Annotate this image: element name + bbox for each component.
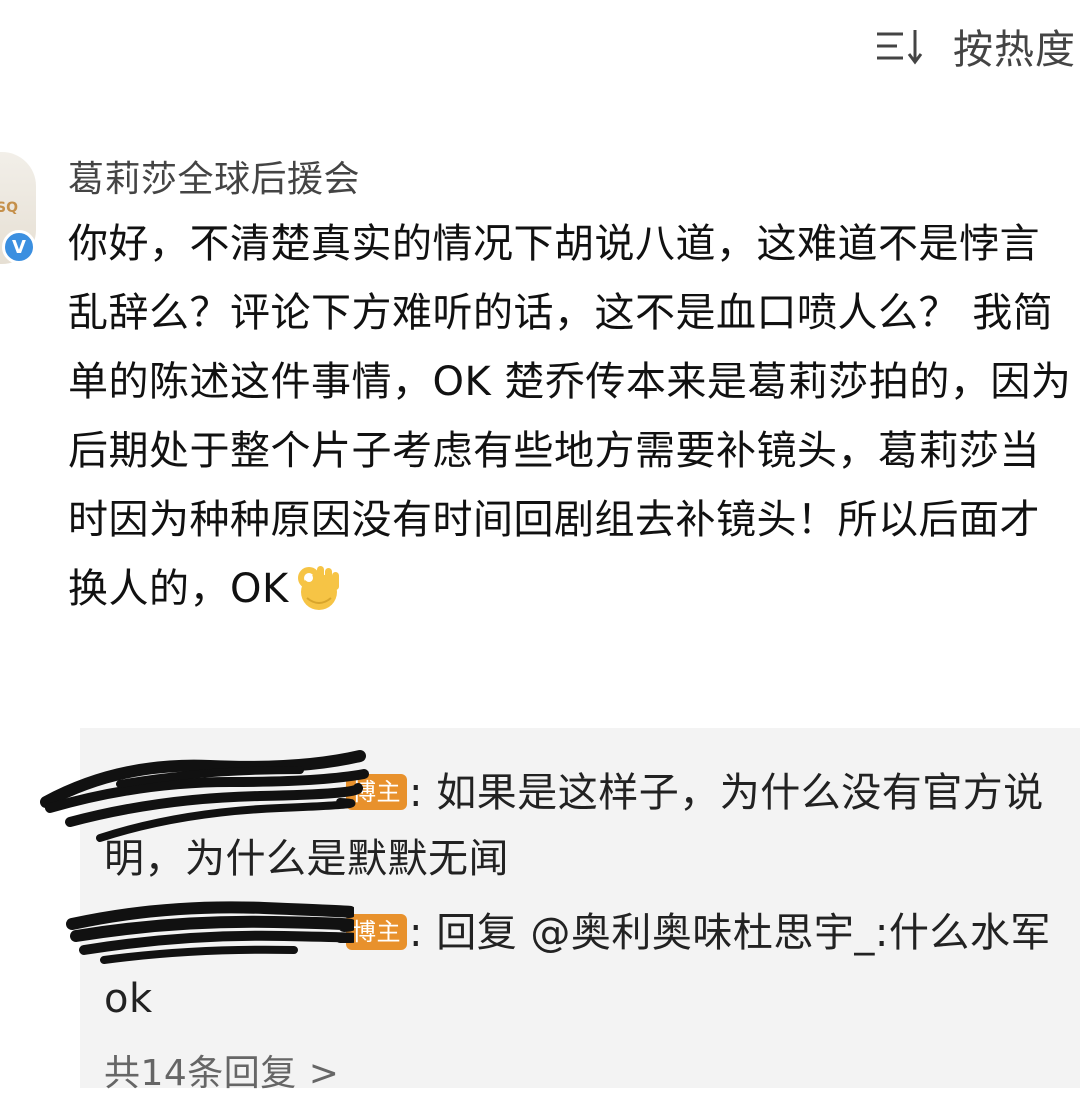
verified-badge-icon: V <box>2 230 36 264</box>
comment-username[interactable]: 葛莉莎全球后援会 <box>68 150 360 202</box>
comment-text: 你好，不清楚真实的情况下胡说八道，这难道不是悖言乱辞么？评论下方难听的话，这不是… <box>68 221 1072 612</box>
comment-body: 你好，不清楚真实的情况下胡说八道，这难道不是悖言乱辞么？评论下方难听的话，这不是… <box>68 210 1078 624</box>
sort-by-hot-label[interactable]: 按热度 <box>953 17 1076 75</box>
redaction-scribble <box>40 750 369 842</box>
ok-hand-icon <box>297 566 339 610</box>
sort-control[interactable]: 按热度 <box>875 14 1076 78</box>
blogger-badge: 博主 <box>346 914 407 950</box>
avatar-text: SQ <box>0 200 18 216</box>
more-replies-link[interactable]: 共14条回复 > <box>104 1044 339 1096</box>
sort-icon <box>877 30 923 65</box>
redaction-scribble <box>66 901 354 964</box>
